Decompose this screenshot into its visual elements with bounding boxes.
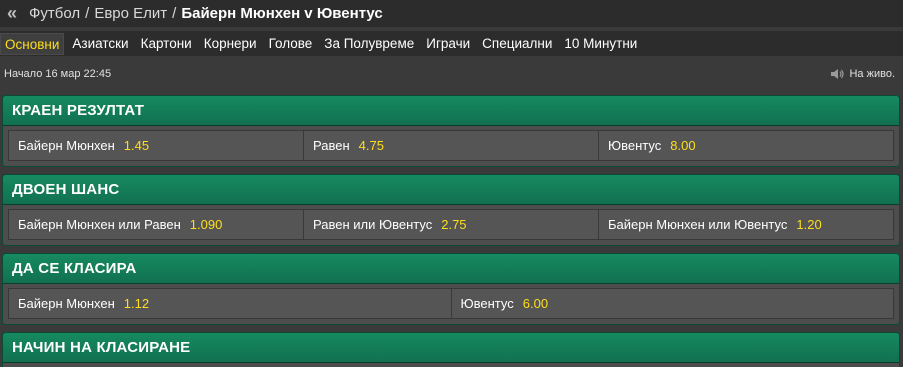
breadcrumb-separator: / — [85, 5, 90, 22]
market-body — [3, 363, 899, 367]
speaker-icon — [831, 68, 845, 79]
selection-odds: 1.090 — [189, 217, 223, 232]
market-body: Байерн Мюнхен или Равен 1.090 Равен или … — [3, 205, 899, 245]
tab-asian[interactable]: Азиатски — [68, 33, 132, 55]
selection-name: Ювентус — [460, 296, 514, 311]
market-header[interactable]: НАЧИН НА КЛАСИРАНЕ — [3, 333, 899, 363]
market-full-time-result: КРАЕН РЕЗУЛТАТ Байерн Мюнхен 1.45 Равен … — [2, 95, 900, 167]
selection-row: Байерн Мюнхен 1.12 Ювентус 6.00 — [8, 288, 894, 319]
double-chevron-left-icon[interactable]: « — [2, 0, 22, 27]
market-title: КРАЕН РЕЗУЛТАТ — [12, 102, 145, 119]
selection-home[interactable]: Байерн Мюнхен 1.12 — [9, 289, 452, 318]
selection-name: Равен — [313, 138, 350, 153]
tab-cards[interactable]: Картони — [137, 33, 196, 55]
breadcrumb-separator: / — [172, 5, 177, 22]
selection-name: Байерн Мюнхен или Равен — [18, 217, 181, 232]
breadcrumb: Футбол / Евро Елит / Байерн Мюнхен v Ювентус — [29, 5, 383, 22]
market-method-of-qualification: НАЧИН НА КЛАСИРАНЕ — [2, 332, 900, 367]
tab-goals[interactable]: Голове — [265, 33, 317, 55]
market-header[interactable]: ДА СЕ КЛАСИРА — [3, 254, 899, 284]
market-tabs: Основни Азиатски Картони Корнери Голове … — [0, 31, 903, 56]
tab-players[interactable]: Играчи — [422, 33, 474, 55]
selection-draw[interactable]: Равен 4.75 — [304, 131, 599, 160]
market-body: Байерн Мюнхен 1.12 Ювентус 6.00 — [3, 284, 899, 324]
selection-odds: 4.75 — [358, 138, 384, 153]
market-title: ДВОЕН ШАНС — [12, 181, 120, 198]
market-title: ДА СЕ КЛАСИРА — [12, 260, 137, 277]
breadcrumb-item-competition[interactable]: Евро Елит — [94, 5, 167, 22]
selection-odds: 1.20 — [796, 217, 822, 232]
selection-name: Ювентус — [608, 138, 662, 153]
selection-odds: 2.75 — [441, 217, 467, 232]
selection-name: Байерн Мюнхен — [18, 296, 115, 311]
breadcrumb-bar: « Футбол / Евро Елит / Байерн Мюнхен v Ювент… — [0, 0, 903, 27]
market-header[interactable]: ДВОЕН ШАНС — [3, 175, 899, 205]
selection-name: Равен или Ювентус — [313, 217, 433, 232]
market-header[interactable]: КРАЕН РЕЗУЛТАТ — [3, 96, 899, 126]
selection-home-or-draw[interactable]: Байерн Мюнхен или Равен 1.090 — [9, 210, 304, 239]
selection-odds: 8.00 — [670, 138, 696, 153]
selection-home-or-away[interactable]: Байерн Мюнхен или Ювентус 1.20 — [599, 210, 893, 239]
market-double-chance: ДВОЕН ШАНС Байерн Мюнхен или Равен 1.090… — [2, 174, 900, 246]
start-time: Начало 16 мар 22:45 — [4, 67, 112, 80]
selection-name: Байерн Мюнхен или Ювентус — [608, 217, 788, 232]
selection-row: Байерн Мюнхен или Равен 1.090 Равен или … — [8, 209, 894, 240]
selection-draw-or-away[interactable]: Равен или Ювентус 2.75 — [304, 210, 599, 239]
selection-home[interactable]: Байерн Мюнхен 1.45 — [9, 131, 304, 160]
selection-odds: 1.12 — [123, 296, 150, 311]
live-link[interactable]: На живо. — [830, 68, 895, 80]
tab-specials[interactable]: Специални — [478, 33, 556, 55]
tab-corners[interactable]: Корнери — [200, 33, 261, 55]
selection-away[interactable]: Ювентус 6.00 — [452, 289, 894, 318]
tab-main[interactable]: Основни — [0, 32, 65, 55]
selection-name: Байерн Мюнхен — [18, 138, 115, 153]
selection-away[interactable]: Ювентус 8.00 — [599, 131, 893, 160]
tab-half-time[interactable]: За Полувреме — [320, 33, 418, 55]
selection-odds: 1.45 — [123, 138, 150, 153]
market-title: НАЧИН НА КЛАСИРАНЕ — [12, 339, 191, 356]
selection-odds: 6.00 — [522, 296, 549, 311]
match-info-row: Начало 16 мар 22:45 На живо. — [0, 60, 903, 87]
selection-row: Байерн Мюнхен 1.45 Равен 4.75 Ювентус 8.… — [8, 130, 894, 161]
live-label: На живо. — [849, 67, 895, 80]
market-to-qualify: ДА СЕ КЛАСИРА Байерн Мюнхен 1.12 Ювентус… — [2, 253, 900, 325]
market-body: Байерн Мюнхен 1.45 Равен 4.75 Ювентус 8.… — [3, 126, 899, 166]
breadcrumb-item-sport[interactable]: Футбол — [29, 5, 80, 22]
page-title: Байерн Мюнхен v Ювентус — [181, 5, 383, 22]
tab-10-minutes[interactable]: 10 Минутни — [560, 33, 641, 55]
